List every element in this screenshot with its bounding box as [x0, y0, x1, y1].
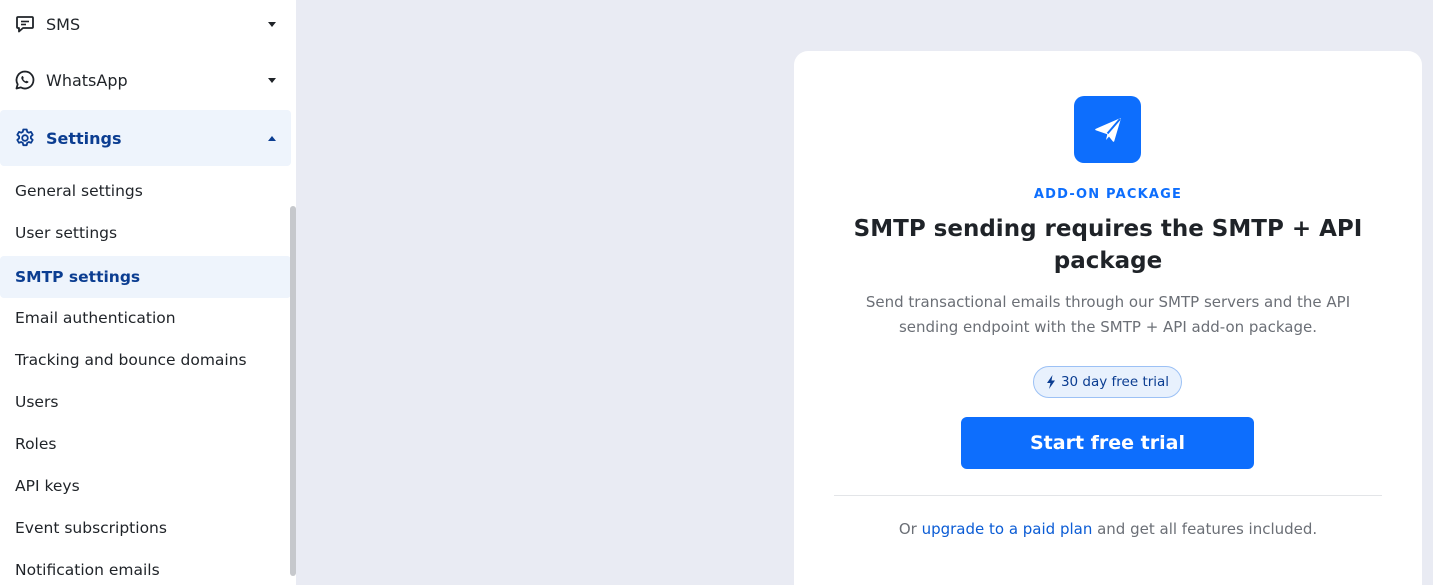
nav-item-sms[interactable]: SMS	[0, 0, 291, 52]
nav-item-sms-label: SMS	[46, 14, 81, 34]
settings-item-event-subscriptions[interactable]: Event subscriptions	[0, 507, 291, 549]
whatsapp-icon	[13, 68, 37, 92]
footer-text: Or upgrade to a paid plan and get all fe…	[794, 520, 1422, 538]
chevron-down-icon	[268, 77, 276, 83]
chevron-down-icon	[268, 21, 276, 27]
nav-item-settings[interactable]: Settings	[0, 110, 291, 166]
settings-item-notification-emails[interactable]: Notification emails	[0, 549, 291, 585]
settings-item-user-settings[interactable]: User settings	[0, 212, 291, 254]
card-description: Send transactional emails through our SM…	[865, 293, 1351, 336]
lightning-icon	[1046, 375, 1056, 389]
footer-prefix: Or	[898, 520, 922, 538]
nav-item-settings-label: Settings	[46, 128, 122, 148]
card-title: SMTP sending requires the SMTP + API pac…	[853, 216, 1363, 274]
gear-icon	[13, 126, 37, 150]
footer-suffix: and get all features included.	[1092, 520, 1318, 538]
chat-icon	[13, 12, 37, 36]
settings-item-roles[interactable]: Roles	[0, 423, 291, 465]
sidebar-scrollbar[interactable]	[290, 206, 296, 576]
trial-badge: 30 day free trial	[1033, 366, 1182, 398]
settings-item-smtp-settings[interactable]: SMTP settings	[0, 256, 291, 298]
trial-badge-label: 30 day free trial	[1060, 374, 1170, 390]
settings-item-users[interactable]: Users	[0, 381, 291, 423]
addon-upsell-card: ADD-ON PACKAGE SMTP sending requires the…	[794, 51, 1422, 585]
chevron-up-icon	[268, 135, 276, 141]
eyebrow-label: ADD-ON PACKAGE	[1033, 187, 1183, 202]
settings-item-general-settings[interactable]: General settings	[0, 170, 291, 212]
upgrade-plan-link[interactable]: upgrade to a paid plan	[922, 520, 1093, 538]
divider	[834, 495, 1382, 496]
nav-item-whatsapp[interactable]: WhatsApp	[0, 52, 291, 108]
nav-item-whatsapp-label: WhatsApp	[46, 70, 128, 90]
sidebar: SMS WhatsApp Settings General settings U…	[0, 0, 296, 585]
settings-item-tracking-bounce-domains[interactable]: Tracking and bounce domains	[0, 339, 291, 381]
settings-item-api-keys[interactable]: API keys	[0, 465, 291, 507]
paper-plane-icon	[1074, 96, 1141, 163]
settings-item-email-authentication[interactable]: Email authentication	[0, 297, 291, 339]
start-free-trial-button[interactable]: Start free trial	[961, 417, 1254, 469]
